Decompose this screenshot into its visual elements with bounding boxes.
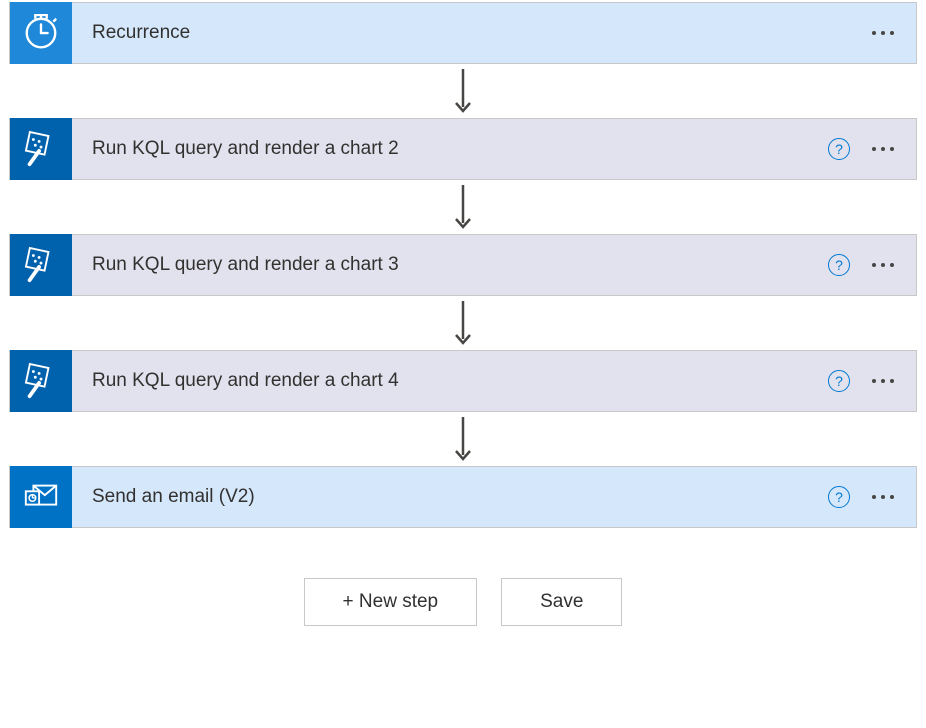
kql-icon xyxy=(10,118,72,180)
step-kql-3[interactable]: Run KQL query and render a chart 3 ? xyxy=(9,234,917,296)
step-title: Run KQL query and render a chart 4 xyxy=(72,370,828,392)
arrow-connector xyxy=(453,296,473,350)
step-actions: ? xyxy=(828,138,916,160)
step-title: Send an email (V2) xyxy=(72,486,828,508)
arrow-connector xyxy=(453,64,473,118)
kql-icon xyxy=(10,350,72,412)
footer-buttons: + New step Save xyxy=(304,578,623,626)
step-kql-4[interactable]: Run KQL query and render a chart 4 ? xyxy=(9,350,917,412)
help-icon[interactable]: ? xyxy=(828,138,850,160)
arrow-connector xyxy=(453,412,473,466)
step-actions: ? xyxy=(828,370,916,392)
more-icon[interactable] xyxy=(868,143,898,155)
kql-icon xyxy=(10,234,72,296)
step-recurrence[interactable]: Recurrence xyxy=(9,2,917,64)
step-title: Run KQL query and render a chart 2 xyxy=(72,138,828,160)
step-actions: ? xyxy=(828,486,916,508)
more-icon[interactable] xyxy=(868,259,898,271)
clock-icon xyxy=(10,2,72,64)
step-actions xyxy=(868,27,916,39)
workflow-container: Recurrence Run KQL query and render a ch… xyxy=(2,2,924,626)
help-icon[interactable]: ? xyxy=(828,486,850,508)
more-icon[interactable] xyxy=(868,27,898,39)
step-actions: ? xyxy=(828,254,916,276)
new-step-button[interactable]: + New step xyxy=(304,578,478,626)
email-icon xyxy=(10,466,72,528)
help-icon[interactable]: ? xyxy=(828,370,850,392)
help-icon[interactable]: ? xyxy=(828,254,850,276)
more-icon[interactable] xyxy=(868,375,898,387)
more-icon[interactable] xyxy=(868,491,898,503)
step-kql-2[interactable]: Run KQL query and render a chart 2 ? xyxy=(9,118,917,180)
step-title: Run KQL query and render a chart 3 xyxy=(72,254,828,276)
arrow-connector xyxy=(453,180,473,234)
step-title: Recurrence xyxy=(72,22,868,44)
save-button[interactable]: Save xyxy=(501,578,622,626)
step-send-email[interactable]: Send an email (V2) ? xyxy=(9,466,917,528)
